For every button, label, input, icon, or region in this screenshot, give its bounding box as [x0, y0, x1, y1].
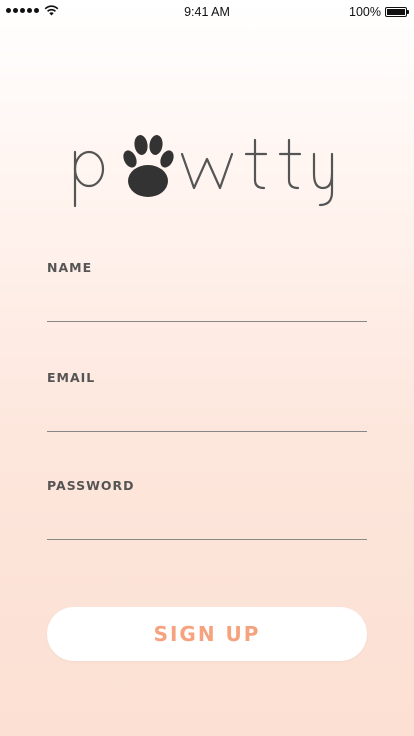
password-label: PASSWORD	[47, 478, 135, 493]
email-input[interactable]	[47, 403, 367, 432]
sign-up-button[interactable]: SIGN UP	[47, 607, 367, 661]
password-field: PASSWORD	[47, 478, 367, 540]
battery-icon	[385, 7, 409, 17]
app-logo: pawtty	[73, 135, 334, 208]
name-input[interactable]	[47, 293, 367, 322]
status-bar: 9:41 AM 100%	[0, 0, 414, 24]
name-label: NAME	[47, 260, 93, 275]
password-input[interactable]	[47, 511, 367, 540]
paw-print-icon	[123, 135, 174, 197]
email-field: EMAIL	[47, 370, 367, 432]
name-field: NAME	[47, 260, 367, 322]
email-label: EMAIL	[47, 370, 96, 385]
battery-percent: 100%	[349, 5, 381, 19]
